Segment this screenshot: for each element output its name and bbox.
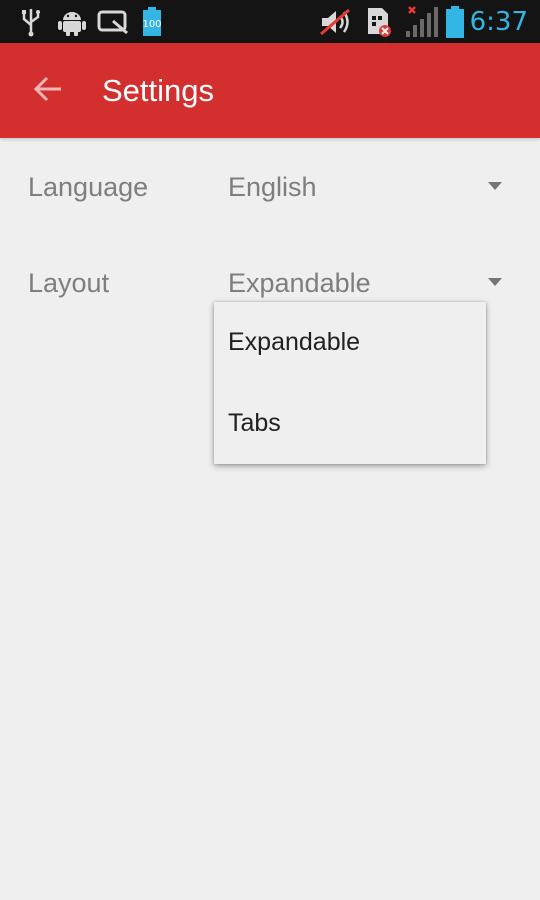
android-debug-icon [56,0,88,43]
dropdown-option-tabs[interactable]: Tabs [214,383,486,464]
mute-icon [318,0,354,43]
battery-icon [444,0,466,43]
layout-dropdown-caret-icon[interactable] [488,278,502,286]
layout-label: Layout [28,267,110,298]
screen-icon [96,0,130,43]
back-button[interactable] [22,65,74,117]
language-dropdown-caret-icon[interactable] [488,182,502,190]
status-time: 6:37 [469,6,528,37]
page-title: Settings [102,72,215,108]
app-bar: Settings [0,43,540,138]
language-setting-row: Language English [0,152,540,222]
signal-icon [402,0,438,43]
layout-dropdown-menu: Expandable Tabs [214,302,486,464]
usb-icon [18,0,44,43]
sim-error-icon [362,0,394,43]
dropdown-option-expandable[interactable]: Expandable [214,302,486,383]
language-select[interactable]: English [228,152,317,222]
status-bar: 100 6:37 [0,0,540,43]
arrow-left-icon [33,76,63,106]
battery-small-text: 100 [142,19,162,30]
language-label: Language [28,171,149,202]
